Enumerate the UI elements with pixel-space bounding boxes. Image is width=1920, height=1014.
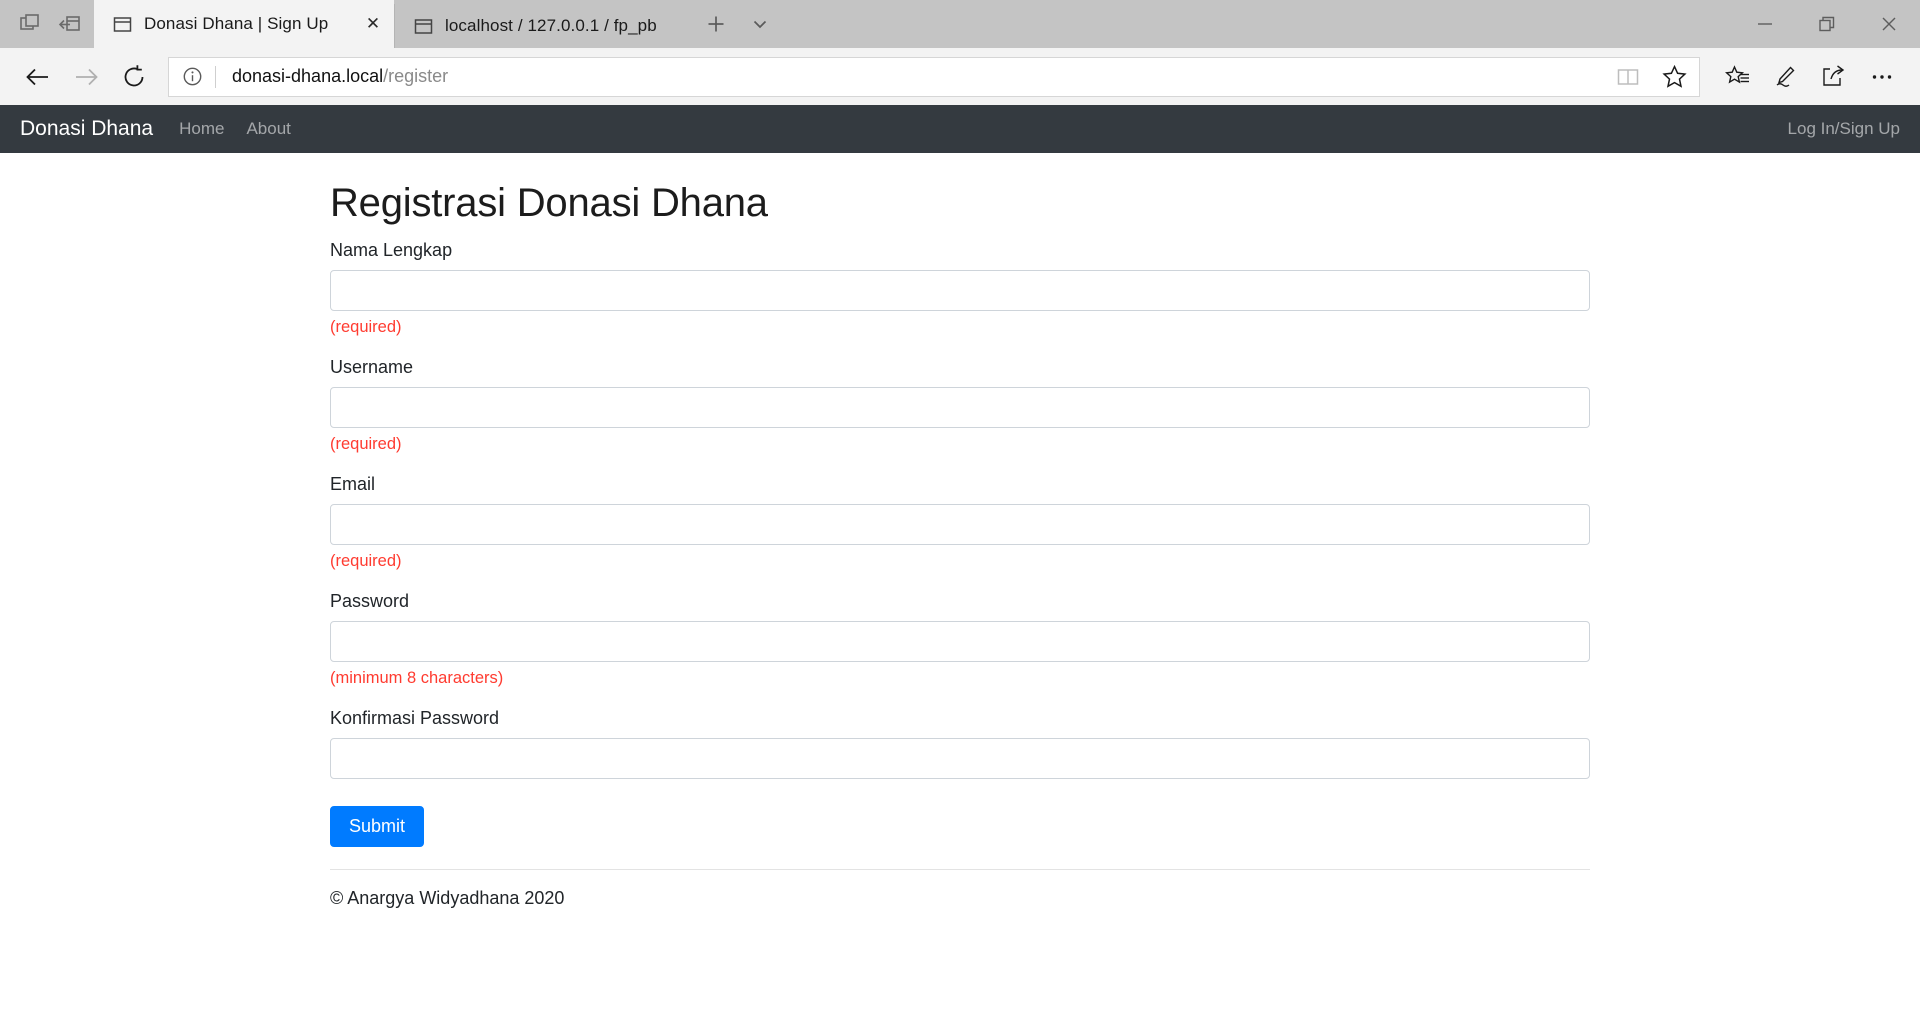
label-konfirmasi-password: Konfirmasi Password <box>330 708 500 728</box>
field-group-konfirmasi-password: Konfirmasi Password <box>330 708 1590 806</box>
page-icon <box>112 14 132 34</box>
url-text[interactable]: donasi-dhana.local/register <box>216 66 1605 87</box>
reading-view-icon[interactable] <box>1605 58 1651 96</box>
refresh-icon[interactable] <box>110 53 158 101</box>
chevron-down-icon[interactable] <box>738 2 782 46</box>
nama-lengkap-input[interactable] <box>330 270 1590 311</box>
address-bar[interactable]: donasi-dhana.local/register <box>168 56 1700 97</box>
help-email: (required) <box>330 552 402 570</box>
password-input[interactable] <box>330 621 1590 662</box>
minimize-icon[interactable] <box>1734 0 1796 48</box>
address-bar-icons <box>1605 58 1697 96</box>
label-email: Email <box>330 474 376 494</box>
tabs-container: Donasi Dhana | Sign Up ✕ localhost / 127… <box>94 0 782 48</box>
close-icon[interactable] <box>1858 0 1920 48</box>
tab-preview-icon[interactable] <box>10 4 50 44</box>
registration-form: Nama Lengkap (required) Username (requir… <box>330 240 1590 848</box>
submit-button[interactable]: Submit <box>330 806 425 848</box>
window-controls <box>1734 0 1920 48</box>
username-input[interactable] <box>330 387 1590 428</box>
browser-toolbar: donasi-dhana.local/register <box>0 48 1920 105</box>
browser-window: Donasi Dhana | Sign Up ✕ localhost / 127… <box>0 0 1920 1014</box>
site-navbar: Donasi Dhana Home About Log In/Sign Up <box>0 105 1920 153</box>
field-group-username: Username (required) <box>330 357 1590 454</box>
page-icon <box>413 16 433 36</box>
share-icon[interactable] <box>1810 53 1858 101</box>
help-nama-lengkap: (required) <box>330 318 402 336</box>
navbar-right: Log In/Sign Up <box>1788 119 1900 139</box>
help-password: (minimum 8 characters) <box>330 669 504 687</box>
set-tabs-aside-icon[interactable] <box>50 4 90 44</box>
nav-link-about[interactable]: About <box>246 119 290 139</box>
navbar-brand[interactable]: Donasi Dhana <box>20 117 153 141</box>
new-tab-button[interactable] <box>694 2 738 46</box>
settings-more-icon[interactable] <box>1858 53 1906 101</box>
browser-tab-inactive[interactable]: localhost / 127.0.0.1 / fp_pb <box>394 4 694 48</box>
toolbar-icons <box>1714 53 1906 101</box>
page-container: Registrasi Donasi Dhana Nama Lengkap (re… <box>314 181 1606 909</box>
label-password: Password <box>330 591 410 611</box>
info-icon[interactable] <box>169 58 215 96</box>
field-group-nama-lengkap: Nama Lengkap (required) <box>330 240 1590 337</box>
browser-tab-active[interactable]: Donasi Dhana | Sign Up ✕ <box>94 0 394 48</box>
back-icon[interactable] <box>14 53 62 101</box>
url-path: /register <box>383 66 449 86</box>
web-note-icon[interactable] <box>1762 53 1810 101</box>
restore-icon[interactable] <box>1796 0 1858 48</box>
help-username: (required) <box>330 435 402 453</box>
field-group-email: Email (required) <box>330 474 1590 571</box>
konfirmasi-password-input[interactable] <box>330 738 1590 779</box>
favorites-star-icon[interactable] <box>1651 58 1697 96</box>
tab-strip: Donasi Dhana | Sign Up ✕ localhost / 127… <box>0 0 1920 48</box>
navbar-links: Home About <box>179 119 291 139</box>
footer-copyright: © Anargya Widyadhana 2020 <box>330 888 565 909</box>
label-username: Username <box>330 357 414 377</box>
close-icon[interactable]: ✕ <box>360 11 386 37</box>
nav-link-home[interactable]: Home <box>179 119 224 139</box>
page-viewport: Donasi Dhana Home About Log In/Sign Up R… <box>0 105 1920 1014</box>
nav-link-login-signup[interactable]: Log In/Sign Up <box>1788 119 1900 138</box>
label-nama-lengkap: Nama Lengkap <box>330 240 453 260</box>
tabstrip-left-buttons <box>0 0 94 48</box>
email-input[interactable] <box>330 504 1590 545</box>
field-group-password: Password (minimum 8 characters) <box>330 591 1590 688</box>
page-title: Registrasi Donasi Dhana <box>330 181 768 225</box>
tab-title: Donasi Dhana | Sign Up <box>144 14 329 33</box>
url-host: donasi-dhana.local <box>232 66 384 86</box>
tab-title: localhost / 127.0.0.1 / fp_pb <box>445 16 657 35</box>
forward-icon[interactable] <box>62 53 110 101</box>
favorites-hub-icon[interactable] <box>1714 53 1762 101</box>
